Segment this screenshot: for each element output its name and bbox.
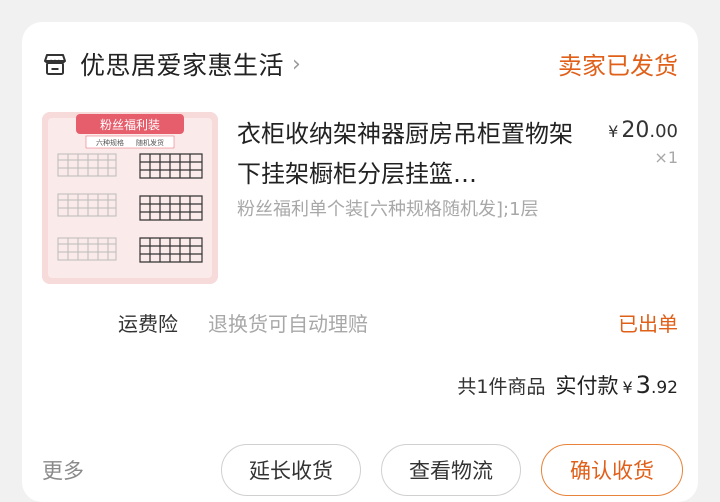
paid-amount: 3 [635, 371, 651, 399]
more-button[interactable]: 更多 [42, 455, 84, 485]
product-thumbnail[interactable]: 粉丝福利装 六种规格 随机发货 [42, 112, 218, 284]
svg-text:六种规格: 六种规格 [96, 138, 124, 147]
confirm-receipt-button[interactable]: 确认收货 [541, 444, 683, 496]
insurance-desc: 退换货可自动理赔 [208, 312, 368, 336]
view-logistics-button[interactable]: 查看物流 [381, 444, 521, 496]
insurance-label: 运费险 [118, 312, 178, 336]
item-count: 共1件商品 [457, 376, 546, 398]
extend-receipt-button[interactable]: 延长收货 [221, 444, 361, 496]
chevron-right-icon: › [292, 51, 301, 77]
insurance-status: 已出单 [618, 312, 678, 336]
order-total: 共1件商品 实付款 ¥ 3 .92 [457, 371, 678, 399]
paid-label: 实付款 [555, 374, 619, 398]
product-price: ¥20.00 [608, 118, 678, 143]
shop-header[interactable]: 优思居爱家惠生活 › [42, 44, 301, 84]
product-title[interactable]: 衣柜收纳架神器厨房吊柜置物架下挂架橱柜分层挂篮… [237, 114, 577, 194]
basket-image: 粉丝福利装 六种规格 随机发货 [42, 112, 218, 284]
svg-text:随机发货: 随机发货 [136, 138, 164, 147]
shop-icon [44, 54, 66, 75]
shop-name: 优思居爱家惠生活 [80, 51, 285, 80]
product-quantity: ×1 [654, 148, 678, 167]
order-status: 卖家已发货 [558, 52, 678, 80]
thumb-banner-text: 粉丝福利装 [100, 117, 160, 132]
order-card: 优思居爱家惠生活 › 卖家已发货 粉丝福利装 六种规格 随机发货 衣柜收纳架神器… [22, 22, 698, 502]
product-spec: 粉丝福利单个装[六种规格随机发];1层 [237, 199, 539, 220]
